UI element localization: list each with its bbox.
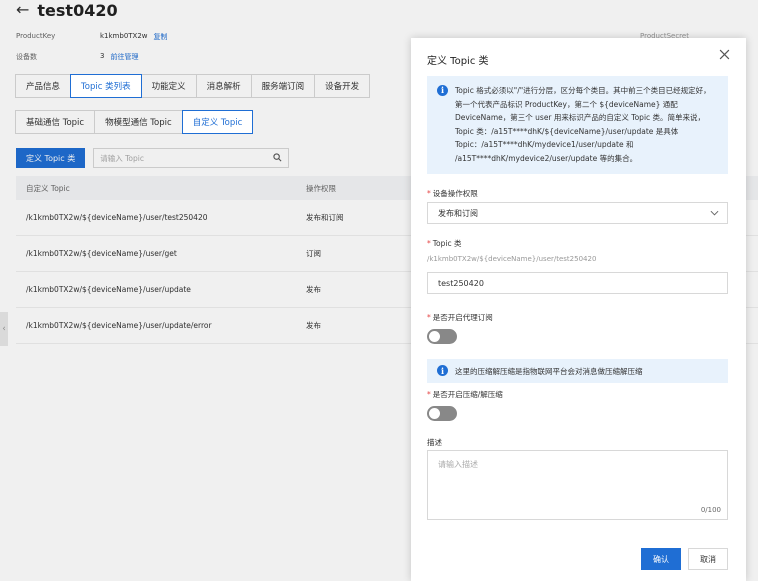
permission-select[interactable]: 发布和订阅: [427, 202, 728, 224]
compress-label: * 是否开启压缩/解压缩: [427, 390, 503, 399]
topic-format-notice: i Topic 格式必须以"/"进行分层，区分每个类目。其中前三个类目已经规定好…: [427, 76, 728, 174]
close-icon[interactable]: [719, 48, 730, 64]
info-icon: i: [437, 365, 448, 376]
compress-notice: i 这里的压缩解压缩是指物联网平台会对消息做压缩解压缩: [427, 359, 728, 383]
chevron-down-icon: [710, 208, 719, 219]
compress-toggle[interactable]: [427, 406, 457, 421]
subtab-custom-topic[interactable]: 自定义 Topic: [181, 110, 254, 134]
cancel-button[interactable]: 取消: [688, 548, 728, 570]
dialog-title: 定义 Topic 类: [427, 56, 489, 67]
info-icon: i: [437, 85, 448, 96]
tab-topic-list[interactable]: Topic 类列表: [70, 74, 142, 98]
notice-text: Topic 格式必须以"/"进行分层，区分每个类目。其中前三个类目已经规定好，第…: [455, 86, 711, 163]
proxy-subscribe-toggle[interactable]: [427, 329, 457, 344]
description-label: 描述: [427, 438, 442, 447]
description-counter: 0/100: [700, 506, 721, 514]
confirm-button[interactable]: 确认: [641, 548, 681, 570]
permission-value: 发布和订阅: [438, 208, 478, 218]
description-textarea[interactable]: 请输入描述 0/100: [427, 450, 728, 520]
permission-label: * 设备操作权限: [427, 189, 478, 198]
topic-name-input[interactable]: test250420: [427, 272, 728, 294]
topic-label: * Topic 类: [427, 239, 462, 248]
topic-prefix-hint: /k1kmb0TX2w/${deviceName}/user/test25042…: [427, 255, 597, 263]
description-placeholder: 请输入描述: [438, 460, 478, 469]
proxy-subscribe-label: * 是否开启代理订阅: [427, 313, 493, 322]
compress-notice-text: 这里的压缩解压缩是指物联网平台会对消息做压缩解压缩: [455, 366, 643, 376]
define-topic-dialog: 定义 Topic 类 i Topic 格式必须以"/"进行分层，区分每个类目。其…: [411, 38, 746, 581]
